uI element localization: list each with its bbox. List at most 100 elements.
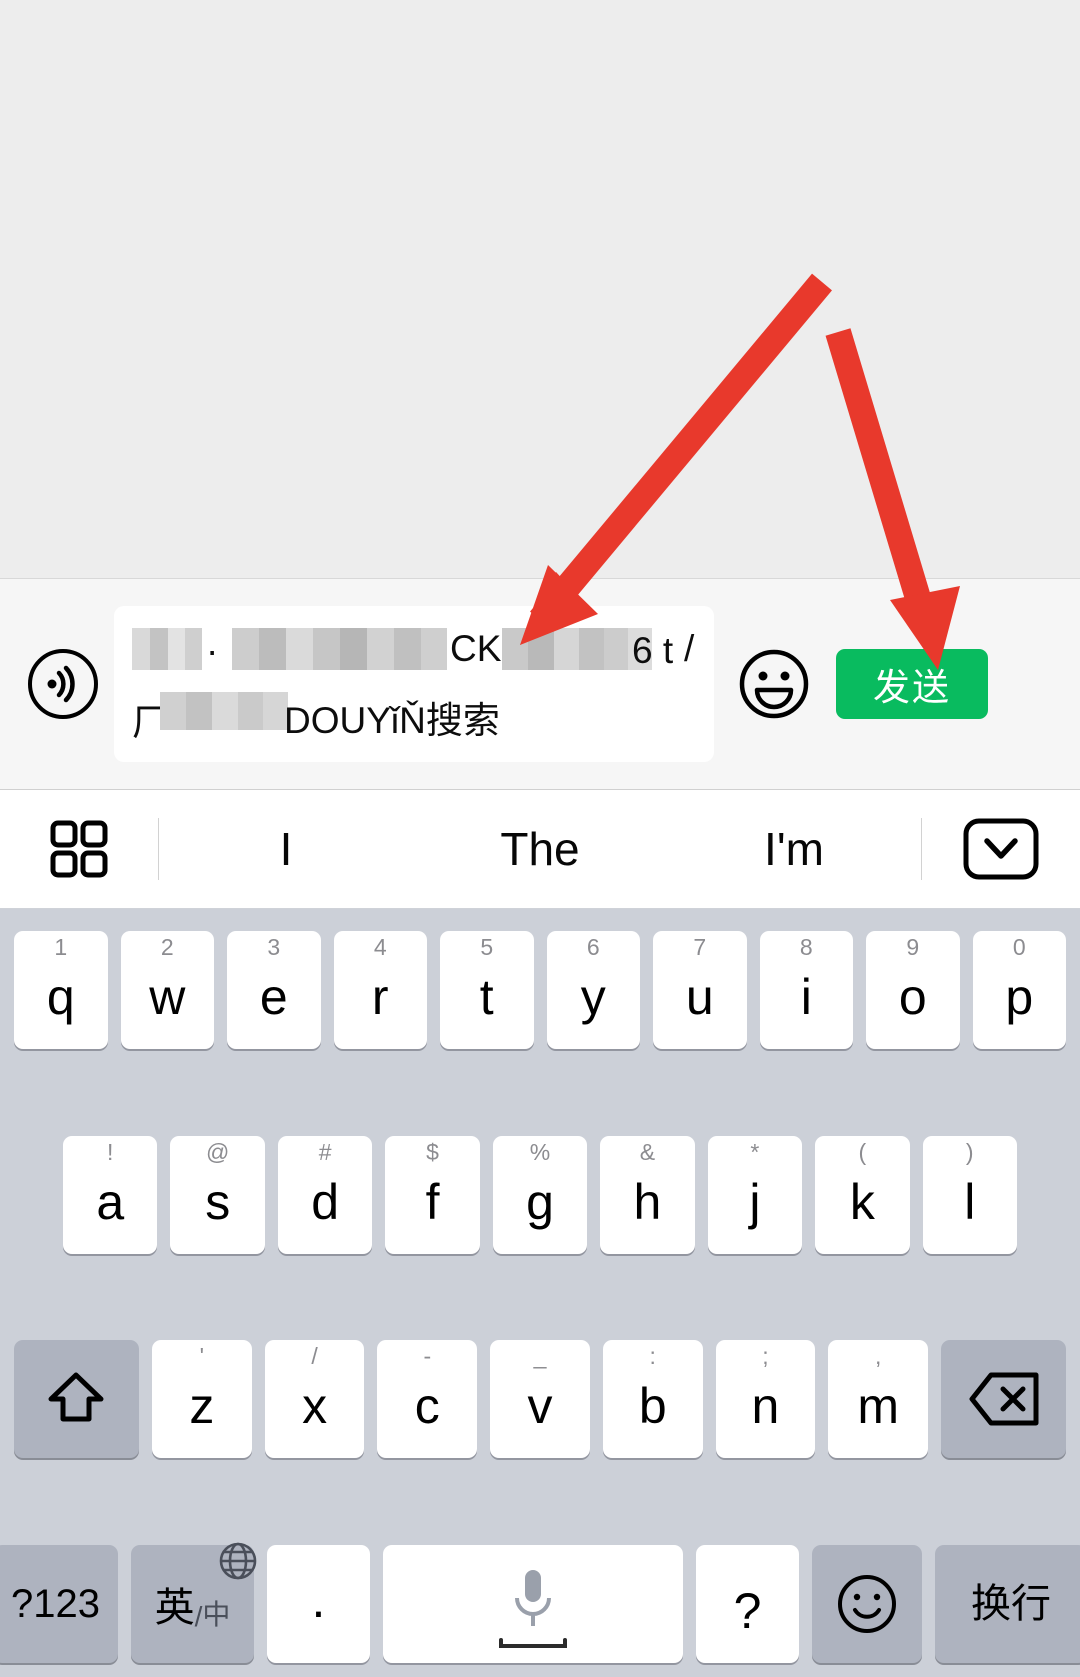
key-y[interactable]: 6y [546, 931, 640, 1049]
visible-fragment-6t: 6 t [632, 630, 674, 671]
key-hint: 9 [906, 934, 920, 960]
key-hint: : [649, 1343, 656, 1370]
microphone-icon [499, 1569, 567, 1648]
suggestion-word-2[interactable]: The [413, 822, 667, 876]
keyboard-row-1: 1q 2w 3e 4r 5t 6y 7u 8i 9o 0p [8, 931, 1072, 1049]
key-hint: @ [206, 1138, 230, 1165]
suggestion-word-3[interactable]: I'm [667, 822, 921, 876]
numeric-keyboard-key[interactable]: ?123 [0, 1544, 118, 1663]
key-u[interactable]: 7u [653, 931, 747, 1049]
chat-input-toolbar: · CK 6 t / 厂 DOUYǐŇ搜索 发送 [0, 578, 1080, 790]
key-hint: 1 [54, 934, 68, 960]
redaction-mosaic [232, 628, 447, 670]
key-s[interactable]: @ s [170, 1135, 265, 1254]
emoji-picker-button[interactable] [738, 648, 810, 720]
key-label: w [149, 969, 186, 1025]
key-z[interactable]: ' z [151, 1340, 252, 1459]
key-label: s [205, 1173, 231, 1230]
language-label-group: 英 / 中 [154, 1542, 257, 1633]
key-t[interactable]: 5t [440, 931, 534, 1049]
key-i[interactable]: 8i [759, 931, 853, 1049]
shift-key[interactable] [13, 1340, 139, 1459]
period-key[interactable]: · [267, 1544, 370, 1663]
key-hint: ( [858, 1138, 867, 1165]
key-q[interactable]: 1q [14, 931, 108, 1049]
visible-fragment-dot: · [206, 630, 219, 671]
smiley-outline-icon [838, 1574, 896, 1633]
key-hint: - [423, 1343, 432, 1370]
voice-input-button[interactable] [26, 647, 100, 721]
key-hint: ' [199, 1343, 205, 1370]
key-label: b [638, 1378, 667, 1435]
key-label: d [311, 1173, 340, 1230]
key-label: · [310, 1582, 327, 1639]
key-hint: 7 [693, 934, 707, 960]
backspace-key[interactable] [941, 1340, 1067, 1459]
key-label-primary: 英 [154, 1585, 195, 1630]
suggestion-word-1[interactable]: I [159, 822, 413, 876]
chat-message-area[interactable] [0, 0, 1080, 578]
key-label: v [527, 1378, 553, 1435]
redaction-mosaic [132, 628, 202, 670]
key-d[interactable]: # d [277, 1135, 373, 1254]
key-label: i [800, 969, 812, 1025]
redaction-mosaic [160, 692, 288, 730]
keyboard-apps-button[interactable] [0, 817, 158, 881]
key-a[interactable]: ! a [63, 1135, 158, 1254]
key-l[interactable]: ) l [922, 1135, 1017, 1254]
key-e[interactable]: 3e [227, 931, 321, 1049]
emoji-key[interactable] [812, 1544, 922, 1663]
key-label: c [414, 1378, 440, 1435]
key-p[interactable]: 0p [972, 931, 1066, 1049]
key-label: r [371, 969, 389, 1025]
send-button[interactable]: 发送 [836, 649, 988, 719]
key-g[interactable]: % g [492, 1135, 588, 1254]
key-b[interactable]: :b [602, 1340, 703, 1459]
key-hint: # [318, 1138, 332, 1165]
key-hint: ! [107, 1138, 114, 1165]
question-mark-key[interactable]: ? [696, 1544, 799, 1663]
key-label: e [259, 969, 288, 1025]
software-keyboard: 1q 2w 3e 4r 5t 6y 7u 8i 9o 0p ! a @ s # d $… [0, 909, 1080, 1677]
key-label: y [580, 969, 606, 1025]
key-label: ?123 [11, 1581, 100, 1626]
key-hint: % [529, 1138, 551, 1165]
key-hint: $ [426, 1138, 439, 1165]
globe-language-icon [218, 1541, 258, 1591]
composed-text-line-1: · CK 6 t / [132, 628, 696, 682]
redaction-mosaic [502, 628, 652, 670]
key-h[interactable]: & h [600, 1135, 695, 1254]
language-switch-key[interactable]: 英 / 中 [131, 1542, 257, 1663]
key-m[interactable]: ,m [828, 1340, 929, 1459]
key-k[interactable]: (k [815, 1135, 910, 1254]
newline-key[interactable]: 换行 [935, 1544, 1080, 1663]
key-label: t [479, 969, 494, 1025]
key-n[interactable]: ; n [715, 1340, 816, 1459]
key-r[interactable]: 4r [333, 931, 427, 1049]
keyboard-row-4: ?123 英 / 中 · ? 换行 [0, 1542, 1080, 1663]
key-x[interactable]: / x [264, 1340, 365, 1459]
key-o[interactable]: 9o [866, 931, 960, 1049]
key-hint: 8 [799, 934, 813, 960]
key-w[interactable]: 2w [120, 931, 214, 1049]
hide-keyboard-button[interactable] [922, 818, 1080, 880]
key-v[interactable]: _ v [490, 1340, 590, 1459]
backspace-delete-icon [969, 1372, 1039, 1426]
key-c[interactable]: -c [377, 1340, 478, 1459]
key-label: o [898, 969, 927, 1025]
voice-wave-icon [28, 649, 98, 719]
key-label: x [302, 1378, 328, 1435]
key-hint: & [639, 1138, 656, 1165]
key-label: 换行 [971, 1581, 1051, 1626]
key-label: g [526, 1173, 554, 1230]
message-text-input[interactable]: · CK 6 t / 厂 DOUYǐŇ搜索 [114, 606, 714, 762]
visible-fragment-slash: / [684, 628, 695, 669]
key-j[interactable]: * j [707, 1135, 803, 1254]
key-label: l [964, 1173, 976, 1230]
key-label: a [96, 1173, 125, 1230]
space-key[interactable] [383, 1544, 683, 1663]
key-label: p [1005, 969, 1034, 1025]
key-label: j [749, 1173, 761, 1230]
key-f[interactable]: $ f [385, 1135, 480, 1254]
key-label: f [425, 1173, 440, 1230]
